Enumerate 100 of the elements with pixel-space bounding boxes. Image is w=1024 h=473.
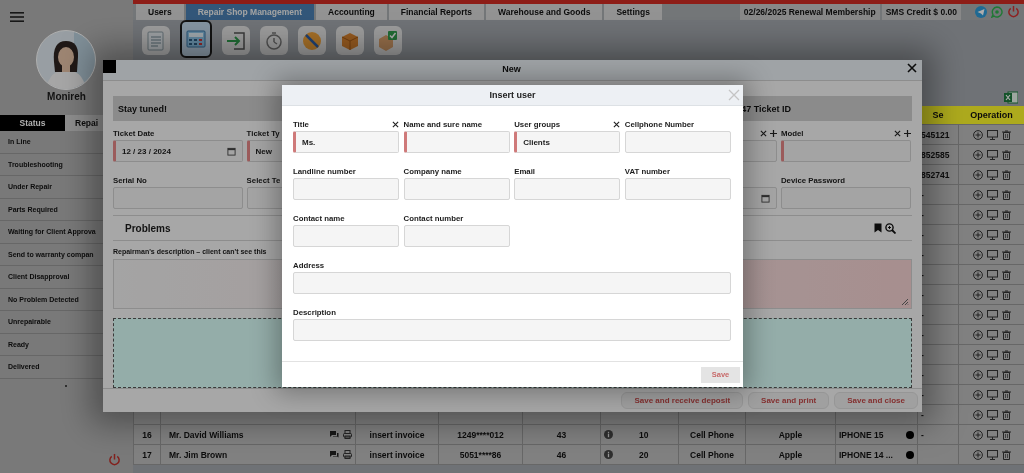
menu-tab[interactable]: Settings [604,4,662,20]
trash-icon[interactable] [1001,329,1011,340]
calendar-icon[interactable] [761,193,771,203]
sidebar-tab[interactable]: Status [0,115,65,131]
power-icon[interactable] [108,453,121,467]
monitor-icon[interactable] [986,289,998,300]
input-field[interactable] [780,187,911,209]
add-icon[interactable] [972,189,983,200]
clear-icon[interactable] [613,121,621,128]
trash-icon[interactable] [1001,129,1011,140]
close-icon[interactable] [907,63,917,73]
input-field[interactable]: Clients [514,131,621,153]
monitor-icon[interactable] [986,189,998,200]
trash-icon[interactable] [1001,169,1011,180]
monitor-icon[interactable] [986,249,998,260]
menu-tab[interactable]: Warehouse and Goods [486,4,603,20]
chat-icon[interactable] [329,430,339,439]
add-icon[interactable] [972,369,983,380]
monitor-icon[interactable] [986,129,998,140]
monitor-icon[interactable] [986,449,998,460]
resize-grip-icon[interactable] [901,298,909,306]
add-icon[interactable] [972,249,983,260]
monitor-icon[interactable] [986,229,998,240]
trash-icon[interactable] [1001,309,1011,320]
trash-icon[interactable] [1001,429,1011,440]
monitor-icon[interactable] [986,329,998,340]
trash-icon[interactable] [1001,269,1011,280]
toolbar-button[interactable] [222,26,250,55]
menu-icon[interactable] [10,12,24,22]
input-field[interactable] [624,178,731,200]
trash-icon[interactable] [1001,229,1011,240]
add-icon[interactable] [972,389,983,400]
info-icon[interactable] [604,430,613,439]
monitor-icon[interactable] [986,429,998,440]
add-icon[interactable] [972,349,983,360]
add-icon[interactable] [972,129,983,140]
trash-icon[interactable] [1001,149,1011,160]
input-field[interactable] [514,178,621,200]
calendar-icon[interactable] [227,146,236,156]
input-field[interactable] [293,319,731,341]
spreadsheet-icon[interactable] [1004,90,1018,104]
monitor-icon[interactable] [986,209,998,220]
add-icon[interactable] [972,329,983,340]
monitor-icon[interactable] [986,309,998,320]
add-icon[interactable] [972,229,983,240]
input-field[interactable] [403,178,510,200]
input-field[interactable] [293,178,399,200]
monitor-icon[interactable] [986,269,998,280]
add-icon[interactable] [972,149,983,160]
menu-tab[interactable]: Financial Reports [388,4,485,20]
date-field[interactable]: 12 / 23 / 2024 [113,140,243,162]
clear-icon[interactable] [893,130,901,137]
paper-plane-icon[interactable] [975,6,987,18]
trash-icon[interactable] [1001,249,1011,260]
input-field[interactable] [293,225,399,247]
toolbar-button[interactable] [336,26,364,55]
trash-icon[interactable] [1001,369,1011,380]
input-field[interactable] [113,187,243,209]
add-icon[interactable] [972,449,983,460]
add-icon[interactable] [972,269,983,280]
input-field[interactable] [624,131,731,153]
monitor-icon[interactable] [986,409,998,420]
input-field[interactable] [403,131,510,153]
add-icon[interactable] [972,209,983,220]
trash-icon[interactable] [1001,289,1011,300]
monitor-icon[interactable] [986,349,998,360]
toolbar-button[interactable] [180,20,212,58]
trash-icon[interactable] [1001,189,1011,200]
monitor-icon[interactable] [986,389,998,400]
input-field[interactable] [403,225,510,247]
bookmark-icon[interactable] [874,223,882,233]
trash-icon[interactable] [1001,409,1011,420]
print-icon[interactable] [343,430,352,439]
add-icon[interactable] [972,409,983,420]
monitor-icon[interactable] [986,149,998,160]
menu-tab[interactable]: Accounting [316,4,387,20]
trash-icon[interactable] [1001,209,1011,220]
toolbar-button[interactable] [298,26,326,55]
trash-icon[interactable] [1001,349,1011,360]
trash-icon[interactable] [1001,389,1011,400]
clear-icon[interactable] [760,130,768,137]
add-icon[interactable] [903,130,911,137]
add-icon[interactable] [770,130,778,137]
zoom-in-icon[interactable] [885,222,896,234]
info-icon[interactable] [604,450,613,459]
chat-icon[interactable] [329,450,339,459]
input-field[interactable] [293,272,731,294]
input-field[interactable]: Ms. [293,131,399,153]
monitor-icon[interactable] [986,369,998,380]
monitor-icon[interactable] [986,169,998,180]
add-icon[interactable] [972,309,983,320]
add-icon[interactable] [972,289,983,300]
add-icon[interactable] [972,429,983,440]
trash-icon[interactable] [1001,449,1011,460]
menu-tab[interactable]: Users [136,4,184,20]
clear-icon[interactable] [392,121,399,128]
print-icon[interactable] [343,450,352,459]
toolbar-button[interactable] [260,26,288,55]
menu-tab[interactable]: Repair Shop Management [185,4,315,20]
add-icon[interactable] [972,169,983,180]
